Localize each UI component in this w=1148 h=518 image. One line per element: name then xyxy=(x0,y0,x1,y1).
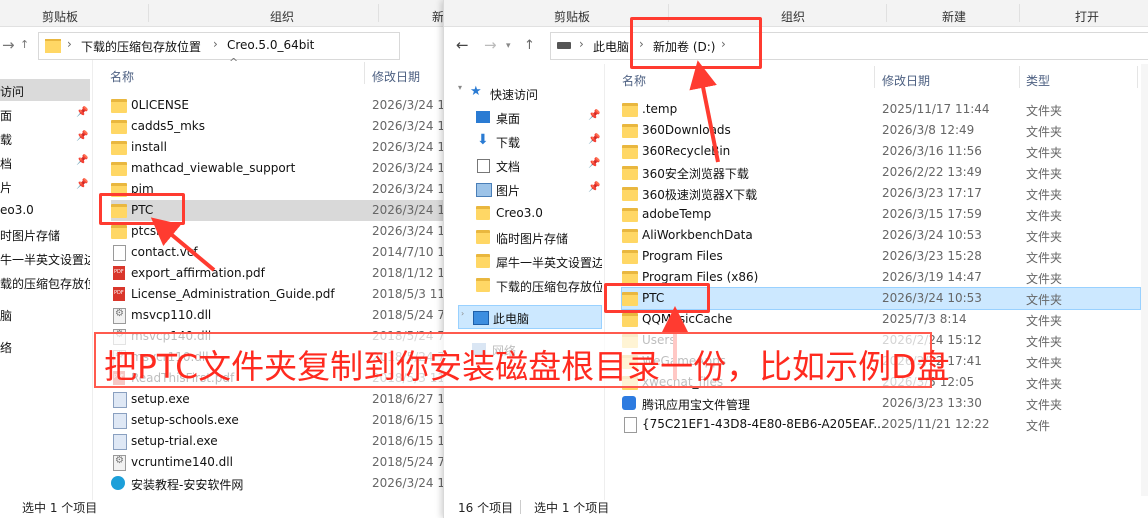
arrow-to-left-ptc xyxy=(150,217,216,272)
arrow-to-drive-d xyxy=(689,60,720,163)
instruction-banner: 把PTC文件夹复制到你安装磁盘根目录一份，比如示例D盘 xyxy=(94,332,950,388)
instruction-text: 把PTC文件夹复制到你安装磁盘根目录一份，比如示例D盘 xyxy=(104,347,950,386)
annotation-arrows xyxy=(150,60,720,380)
